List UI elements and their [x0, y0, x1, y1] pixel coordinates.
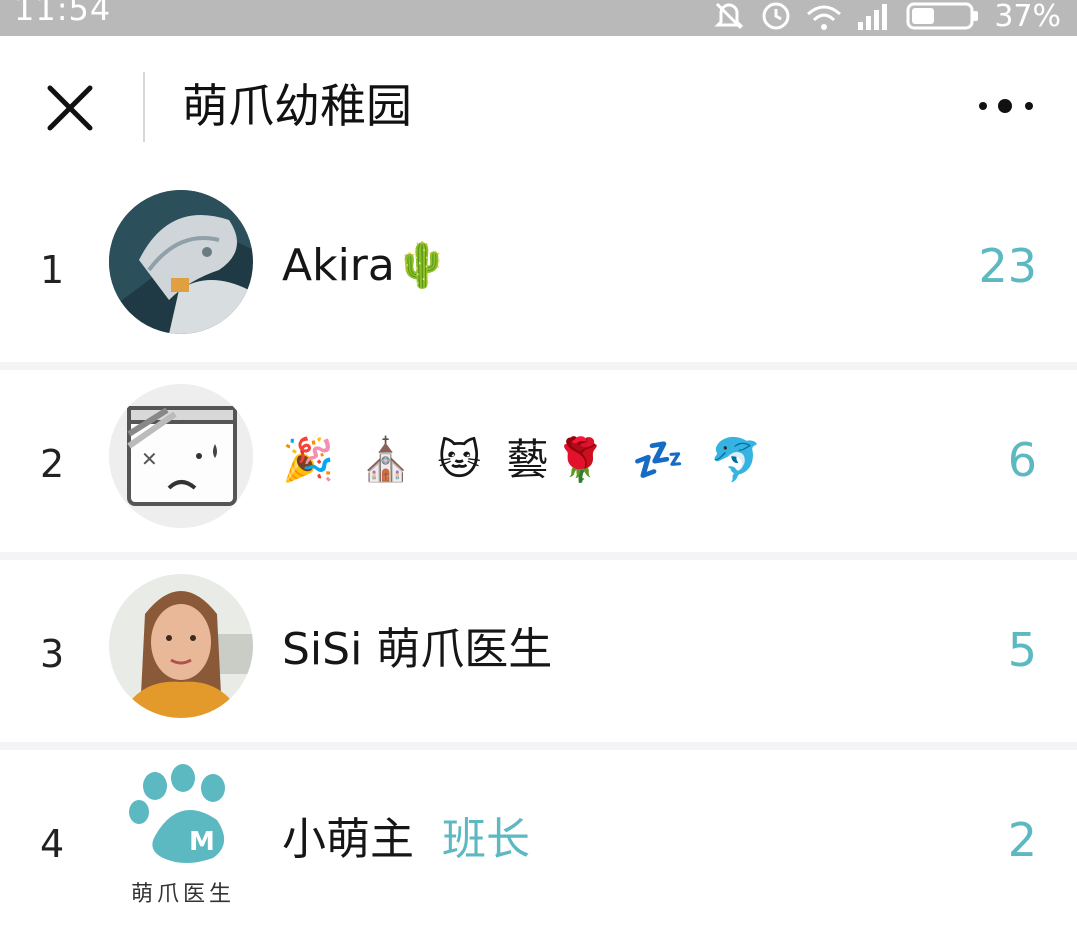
- score: 6: [1007, 433, 1037, 487]
- rank-number: 2: [40, 442, 65, 486]
- rank-number: 4: [40, 822, 65, 866]
- rank-number: 1: [40, 248, 65, 292]
- nav-bar: 萌爪幼稚园: [0, 36, 1077, 176]
- rank-number: 3: [40, 632, 65, 676]
- svg-text:✕: ✕: [141, 447, 158, 471]
- status-bar: 11:54 37%: [0, 0, 1077, 36]
- page-title: 萌爪幼稚园: [182, 79, 412, 133]
- svg-text:M: M: [189, 827, 215, 857]
- close-button[interactable]: [44, 82, 96, 134]
- list-item[interactable]: 4 M 萌爪医生 小萌主 班长 2: [0, 742, 1077, 932]
- battery-icon: [906, 2, 980, 32]
- avatar[interactable]: ✕: [109, 384, 253, 528]
- nav-divider: [143, 72, 145, 142]
- avatar[interactable]: [109, 574, 253, 718]
- score: 2: [1007, 813, 1037, 867]
- score: 23: [978, 239, 1037, 293]
- muted-bell-icon: [712, 0, 746, 32]
- battery-percentage: 37%: [994, 0, 1061, 34]
- status-icons: 37%: [712, 0, 1061, 32]
- list-item[interactable]: 1 Akira🌵 23: [0, 176, 1077, 362]
- more-button[interactable]: [977, 94, 1037, 118]
- signal-icon: [856, 2, 892, 32]
- avatar[interactable]: M 萌爪医生: [109, 764, 253, 908]
- wifi-icon: [806, 2, 842, 32]
- list-item[interactable]: 2 ✕ 🎉 ⛪ 🐱 藝🌹 💤 🐬 6: [0, 362, 1077, 552]
- avatar[interactable]: [109, 190, 253, 334]
- user-name: 小萌主 班长: [282, 808, 530, 872]
- list-item[interactable]: 3 SiSi 萌爪医生 5: [0, 552, 1077, 742]
- avatar-caption: 萌爪医生: [131, 882, 236, 907]
- user-name: Akira🌵: [282, 240, 450, 291]
- user-name-text: 小萌主: [282, 814, 414, 865]
- score: 5: [1007, 623, 1037, 677]
- user-name: 🎉 ⛪ 🐱 藝🌹 💤 🐬: [282, 435, 769, 484]
- role-badge: 班长: [442, 814, 530, 865]
- close-icon: [47, 85, 93, 131]
- more-icon: [979, 99, 1033, 113]
- status-time: 11:54: [14, 0, 112, 28]
- user-name: SiSi 萌爪医生: [282, 624, 553, 675]
- alarm-icon: [760, 0, 792, 32]
- ranking-list: 1 Akira🌵 23 2 ✕ 🎉 ⛪ 🐱 藝🌹 💤 🐬 6 3 SiSi 萌爪…: [0, 176, 1077, 932]
